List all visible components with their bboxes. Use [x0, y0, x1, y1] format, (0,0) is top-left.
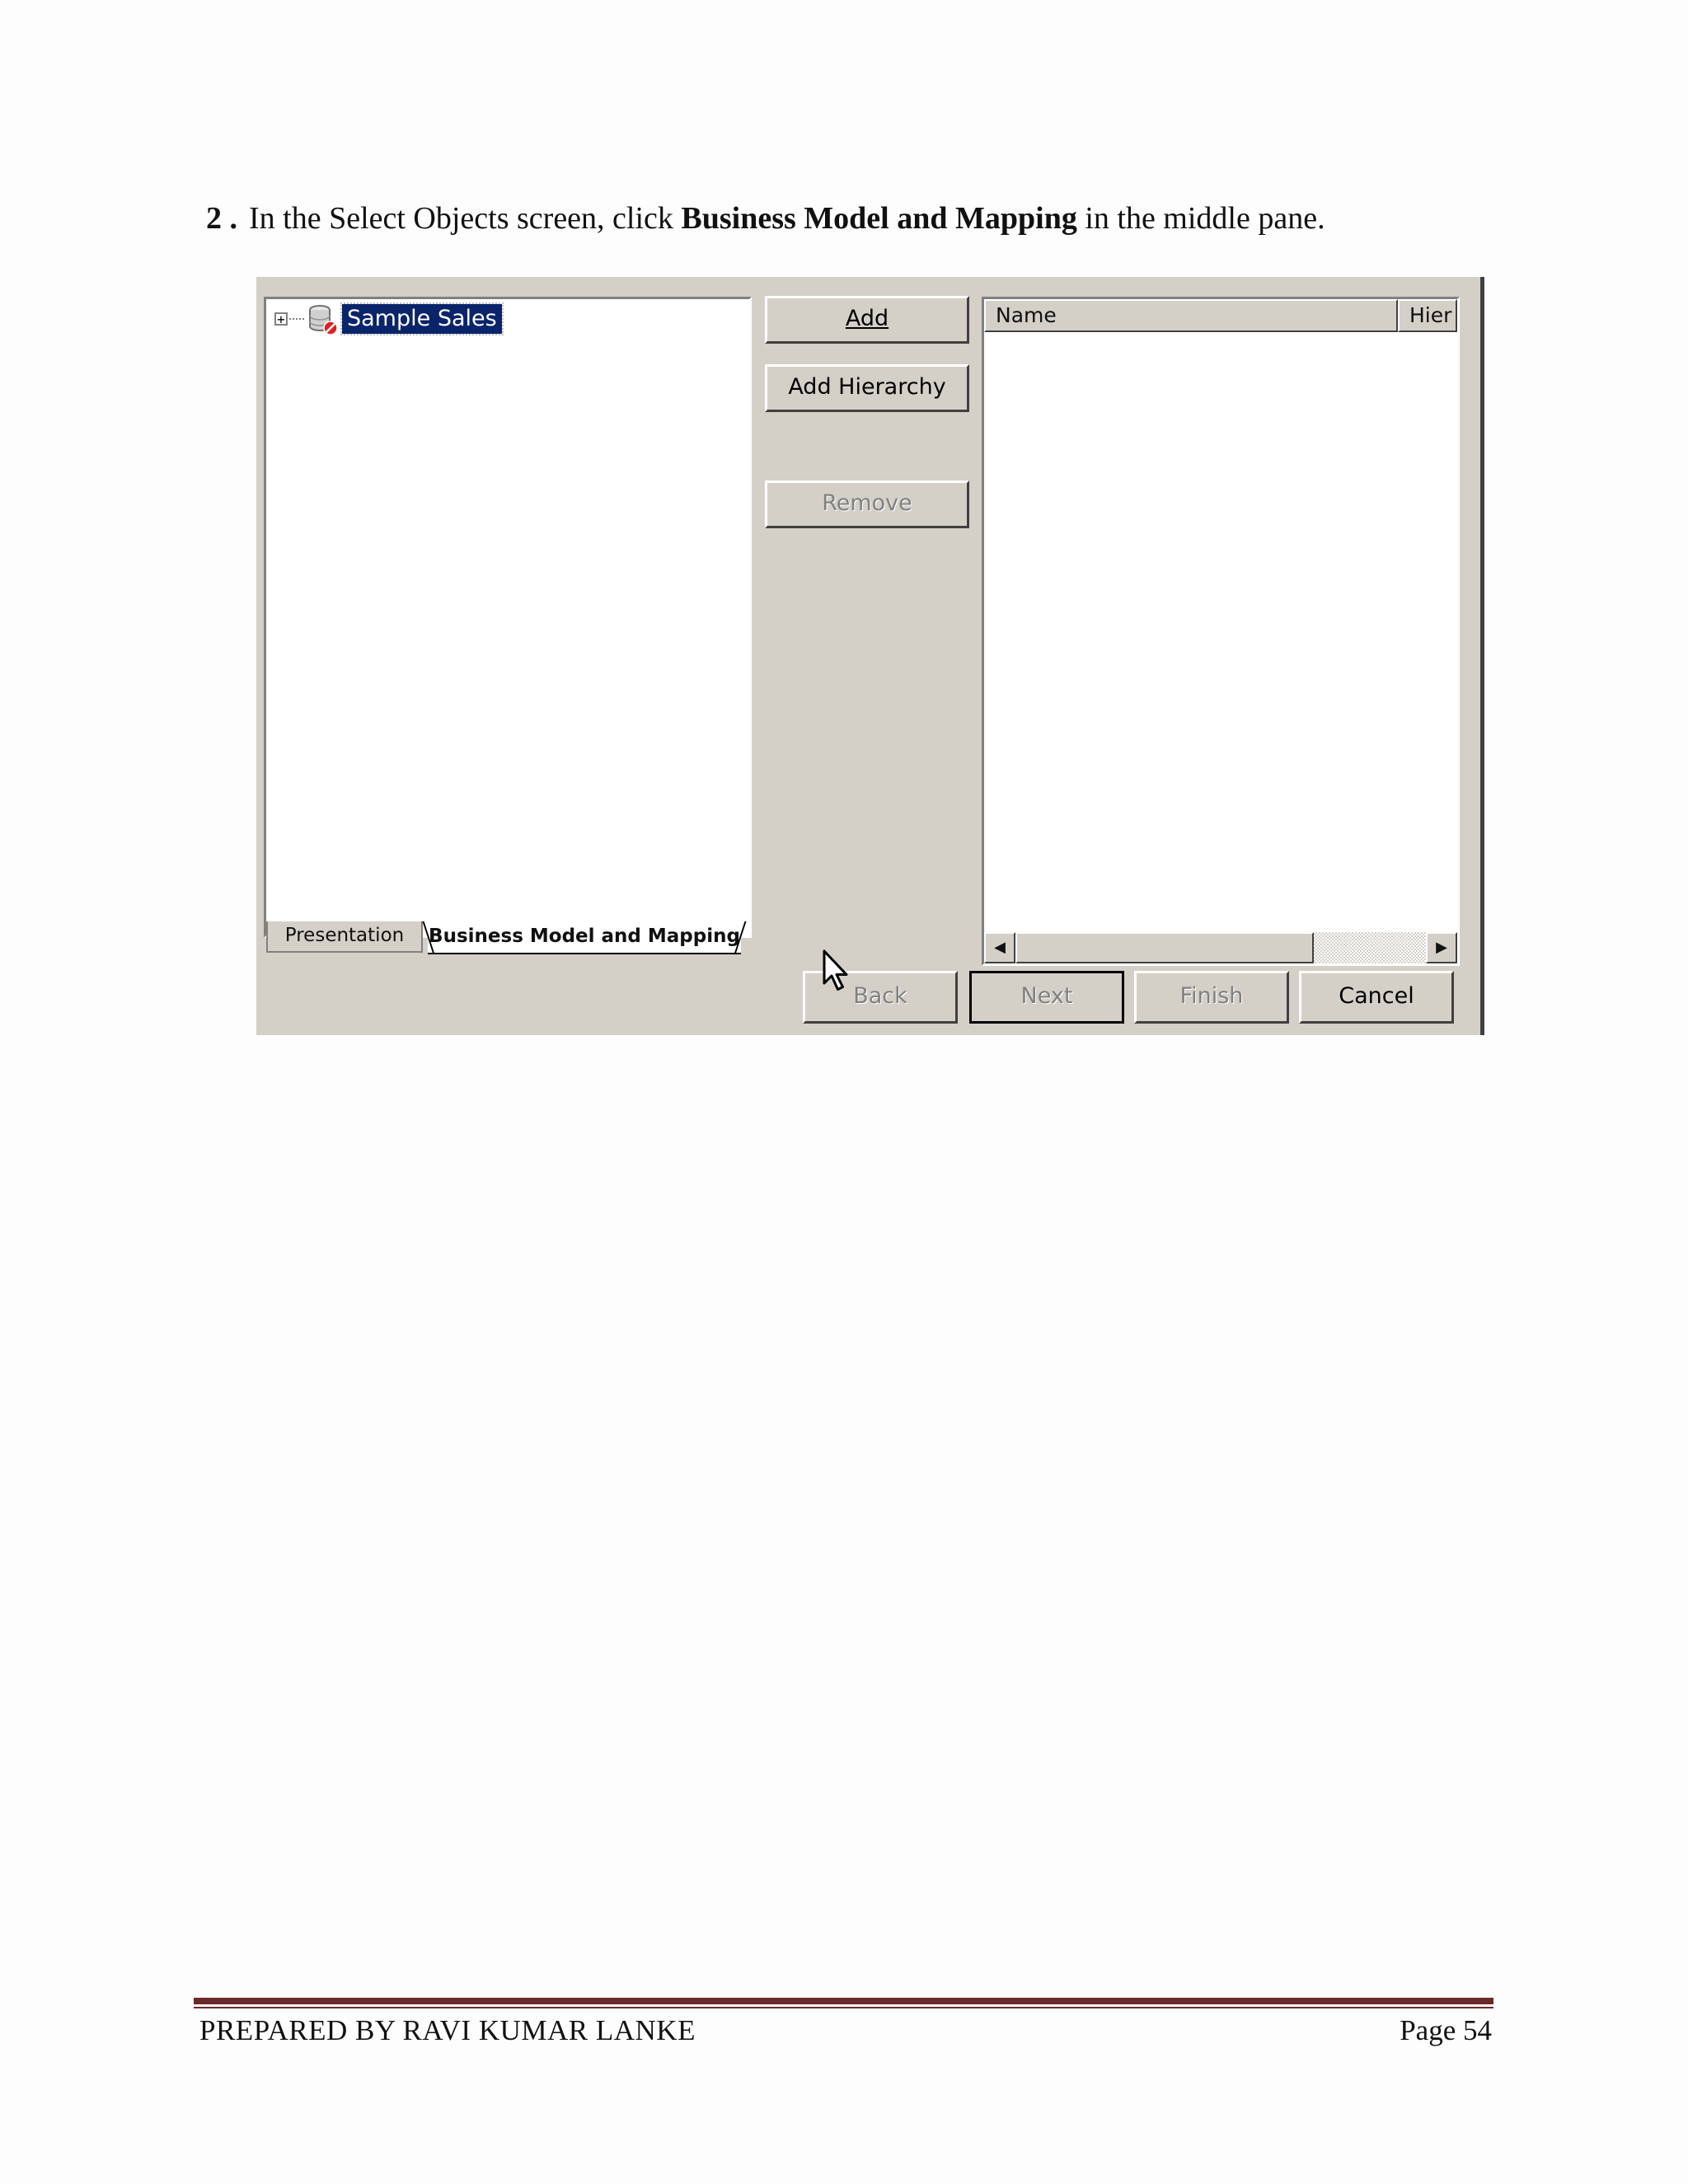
instruction-after: in the middle pane. — [1076, 201, 1325, 236]
tab-strip: Presentation Business Model and Mapping — [266, 921, 753, 954]
footer-rule — [194, 1998, 1493, 2004]
expand-icon[interactable]: + — [274, 312, 288, 326]
column-header-name[interactable]: Name — [984, 299, 1398, 332]
horizontal-scrollbar[interactable]: ◀ ▶ — [984, 932, 1457, 963]
selected-objects-list[interactable]: Name Hier ◀ ▶ — [982, 297, 1460, 966]
footer-rule-thin — [194, 2007, 1493, 2008]
remove-button[interactable]: Remove — [765, 480, 969, 528]
cancel-button[interactable]: Cancel — [1299, 971, 1454, 1024]
add-button[interactable]: Add — [765, 296, 969, 344]
tab-presentation[interactable]: Presentation — [266, 921, 423, 953]
scroll-right-icon[interactable]: ▶ — [1426, 932, 1457, 963]
instruction-text: 2 . In the Select Objects screen, click B… — [206, 199, 1325, 237]
add-hierarchy-button[interactable]: Add Hierarchy — [765, 364, 969, 412]
scroll-thumb[interactable] — [1015, 932, 1314, 963]
tree-row-sample-sales[interactable]: + Sample Sales — [274, 302, 504, 335]
tree-item-label[interactable]: Sample Sales — [340, 302, 504, 335]
instruction-bold: Business Model and Mapping — [681, 201, 1077, 236]
select-objects-dialog: + Sample Sales Presentation Business Mod… — [256, 277, 1484, 1035]
next-button[interactable]: Next — [969, 971, 1124, 1024]
scroll-left-icon[interactable]: ◀ — [984, 932, 1015, 963]
footer-author: PREPARED BY RAVI KUMAR LANKE — [199, 2014, 696, 2046]
list-header: Name Hier — [984, 299, 1457, 332]
step-number: 2 . — [206, 201, 237, 236]
mouse-cursor-icon — [823, 949, 848, 991]
column-header-hier[interactable]: Hier — [1398, 299, 1457, 332]
instruction-before: In the Select Objects screen, click — [249, 201, 682, 236]
object-tree[interactable]: + Sample Sales — [264, 297, 752, 938]
tab-business-model-and-mapping[interactable]: Business Model and Mapping — [428, 921, 741, 954]
add-button-label: Add — [845, 306, 889, 331]
database-icon — [309, 305, 338, 335]
page-number: Page 54 — [1400, 2014, 1492, 2046]
finish-button[interactable]: Finish — [1134, 971, 1289, 1024]
tree-connector — [289, 318, 304, 320]
